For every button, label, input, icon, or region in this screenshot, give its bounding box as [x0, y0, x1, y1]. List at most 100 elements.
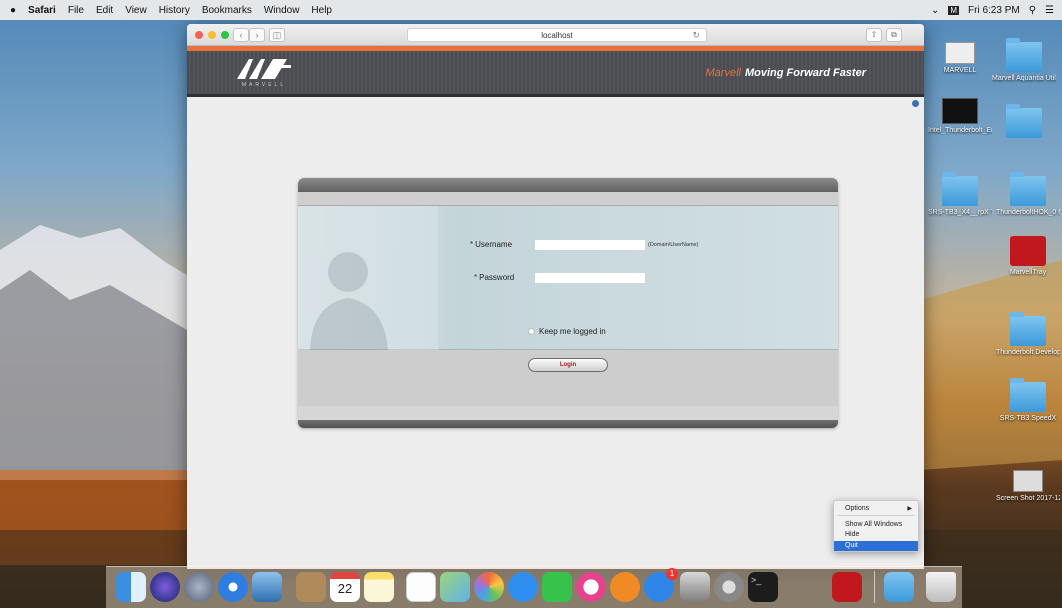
- marvelltray-app-icon[interactable]: [832, 572, 862, 602]
- image-file-icon: [1013, 470, 1043, 492]
- photos-icon[interactable]: [474, 572, 504, 602]
- minimize-window-icon[interactable]: [208, 30, 216, 39]
- menu-bookmarks[interactable]: Bookmarks: [196, 5, 258, 16]
- calendar-day: 22: [337, 581, 353, 596]
- desktop-icon-marvelltray[interactable]: MarvellTray: [996, 236, 1060, 277]
- sidebar-icon[interactable]: ◫: [269, 27, 285, 42]
- notes-icon[interactable]: [364, 572, 394, 602]
- messages-icon[interactable]: [508, 572, 538, 602]
- folder-icon: [1006, 104, 1042, 138]
- desktop-icon-screenshot[interactable]: Screen Shot 2017-12-...7.58 PM: [996, 470, 1060, 503]
- tabs-icon[interactable]: ⧉: [886, 28, 902, 42]
- folder-icon: [1010, 378, 1046, 412]
- folder-icon: [942, 172, 978, 206]
- menu-edit[interactable]: Edit: [90, 5, 119, 16]
- dock-separator: [874, 571, 875, 603]
- required-mark: *: [474, 273, 478, 282]
- close-window-icon[interactable]: [195, 30, 203, 39]
- siri-icon[interactable]: [150, 572, 180, 602]
- desktop-icon-marvell-image[interactable]: MARVELL: [928, 42, 992, 75]
- desktop-icon-thunderbolt-tools[interactable]: Thunderbolt Developer Tools: [996, 312, 1060, 357]
- menu-file[interactable]: File: [62, 5, 90, 16]
- tagline: Marvell Moving Forward Faster: [706, 67, 866, 79]
- contacts-icon[interactable]: [296, 572, 326, 602]
- ibooks-icon[interactable]: [610, 572, 640, 602]
- app-store-badge: 1: [666, 568, 678, 580]
- desktop-icon-thunderbolt-hok[interactable]: ThunderboltHOK_0 6_22_2017: [996, 172, 1060, 217]
- address-bar[interactable]: localhost ↻: [407, 28, 707, 42]
- password-input[interactable]: [535, 273, 645, 283]
- keep-logged-in-label: Keep me logged in: [539, 327, 606, 336]
- clock[interactable]: Fri 6:23 PM: [968, 5, 1020, 16]
- required-mark: *: [470, 240, 474, 249]
- help-icon[interactable]: [912, 100, 919, 107]
- reminders-icon[interactable]: [406, 572, 436, 602]
- zoom-window-icon[interactable]: [221, 30, 229, 39]
- app-store-icon[interactable]: 1: [644, 568, 678, 602]
- back-icon[interactable]: ‹: [233, 27, 249, 42]
- wifi-icon[interactable]: ⌄: [931, 5, 939, 16]
- username-hint: (Domain\UserName): [648, 242, 699, 248]
- menu-item-hide[interactable]: Hide: [834, 530, 918, 540]
- panel-header: [298, 178, 838, 192]
- menu-item-quit[interactable]: Quit: [834, 541, 918, 551]
- share-icon[interactable]: ⇧: [866, 28, 882, 42]
- maps-icon[interactable]: [440, 572, 470, 602]
- menu-help[interactable]: Help: [305, 5, 338, 16]
- panel-footer: Login: [298, 350, 838, 406]
- trash-icon[interactable]: [926, 572, 956, 602]
- user-silhouette-icon: [298, 206, 438, 350]
- desktop-icon-srs-test[interactable]: SRS-TB3_X4__rpX Test: [928, 172, 992, 217]
- folder-icon: [1010, 172, 1046, 206]
- login-panel: * Username (Domain\UserName) * Password Ke…: [298, 178, 838, 428]
- page-banner: MARVELL Marvell Moving Forward Faster: [187, 51, 924, 97]
- calendar-icon[interactable]: 22: [330, 572, 360, 602]
- disk-utility-icon[interactable]: [680, 572, 710, 602]
- marvell-tray-icon[interactable]: M: [948, 5, 960, 15]
- system-preferences-icon[interactable]: [714, 572, 744, 602]
- panel-strip: [298, 192, 838, 206]
- terminal-icon[interactable]: >_: [748, 572, 778, 602]
- folder-icon: [1006, 38, 1042, 72]
- submenu-arrow-icon: ▶: [907, 506, 912, 512]
- menu-view[interactable]: View: [119, 5, 153, 16]
- preview-icon[interactable]: [252, 572, 282, 602]
- desktop-icon-video[interactable]: Intel_Thunderbolt_Embed...ed4.mp4: [928, 98, 992, 135]
- menu-item-show-all-windows[interactable]: Show All Windows: [834, 520, 918, 530]
- notification-center-icon[interactable]: ☰: [1045, 5, 1054, 16]
- terminal-prompt-icon: >_: [751, 575, 762, 585]
- image-file-icon: [945, 42, 975, 64]
- facetime-icon[interactable]: [542, 572, 572, 602]
- menu-history[interactable]: History: [153, 5, 196, 16]
- launchpad-icon[interactable]: [184, 572, 214, 602]
- address-bar-url: localhost: [541, 31, 573, 40]
- marvell-m-icon: [237, 59, 291, 79]
- menu-bar: ● Safari File Edit View History Bookmark…: [0, 0, 1062, 20]
- apple-menu-icon[interactable]: ●: [0, 5, 22, 16]
- reload-icon[interactable]: ↻: [692, 29, 700, 42]
- menu-window[interactable]: Window: [258, 5, 306, 16]
- menu-safari[interactable]: Safari: [22, 5, 62, 16]
- login-button[interactable]: Login: [528, 358, 608, 372]
- finder-icon[interactable]: [116, 572, 146, 602]
- username-input[interactable]: [535, 240, 645, 250]
- desktop-icon-aquantia-folder[interactable]: Marvell Aquantia Utils: [992, 38, 1056, 83]
- menu-separator: [838, 515, 914, 516]
- safari-window: ‹ › ◫ localhost ↻ ⇧ ⧉ MARVELL Marvell Mov…: [187, 24, 924, 569]
- dock-context-menu: Options ▶ Show All Windows Hide Quit: [833, 500, 919, 552]
- desktop-icon-srs-speedx[interactable]: SRS-TB3 SpeedX: [996, 378, 1060, 423]
- downloads-folder-icon[interactable]: [884, 572, 914, 602]
- tagline-text: Moving Forward Faster: [744, 67, 866, 79]
- safari-icon[interactable]: [218, 572, 248, 602]
- keep-logged-in-option[interactable]: Keep me logged in: [528, 327, 606, 336]
- username-label-row: * Username: [470, 240, 512, 249]
- spotlight-search-icon[interactable]: ⚲: [1029, 5, 1036, 16]
- video-file-icon: [942, 98, 978, 124]
- forward-icon[interactable]: ›: [249, 27, 265, 42]
- itunes-icon[interactable]: [576, 572, 606, 602]
- desktop-icon-folder[interactable]: [992, 104, 1056, 140]
- tagline-brand: Marvell: [705, 67, 741, 79]
- menu-item-options[interactable]: Options ▶: [834, 504, 918, 514]
- keep-logged-in-radio[interactable]: [528, 328, 535, 335]
- password-label-row: * Password: [474, 273, 514, 282]
